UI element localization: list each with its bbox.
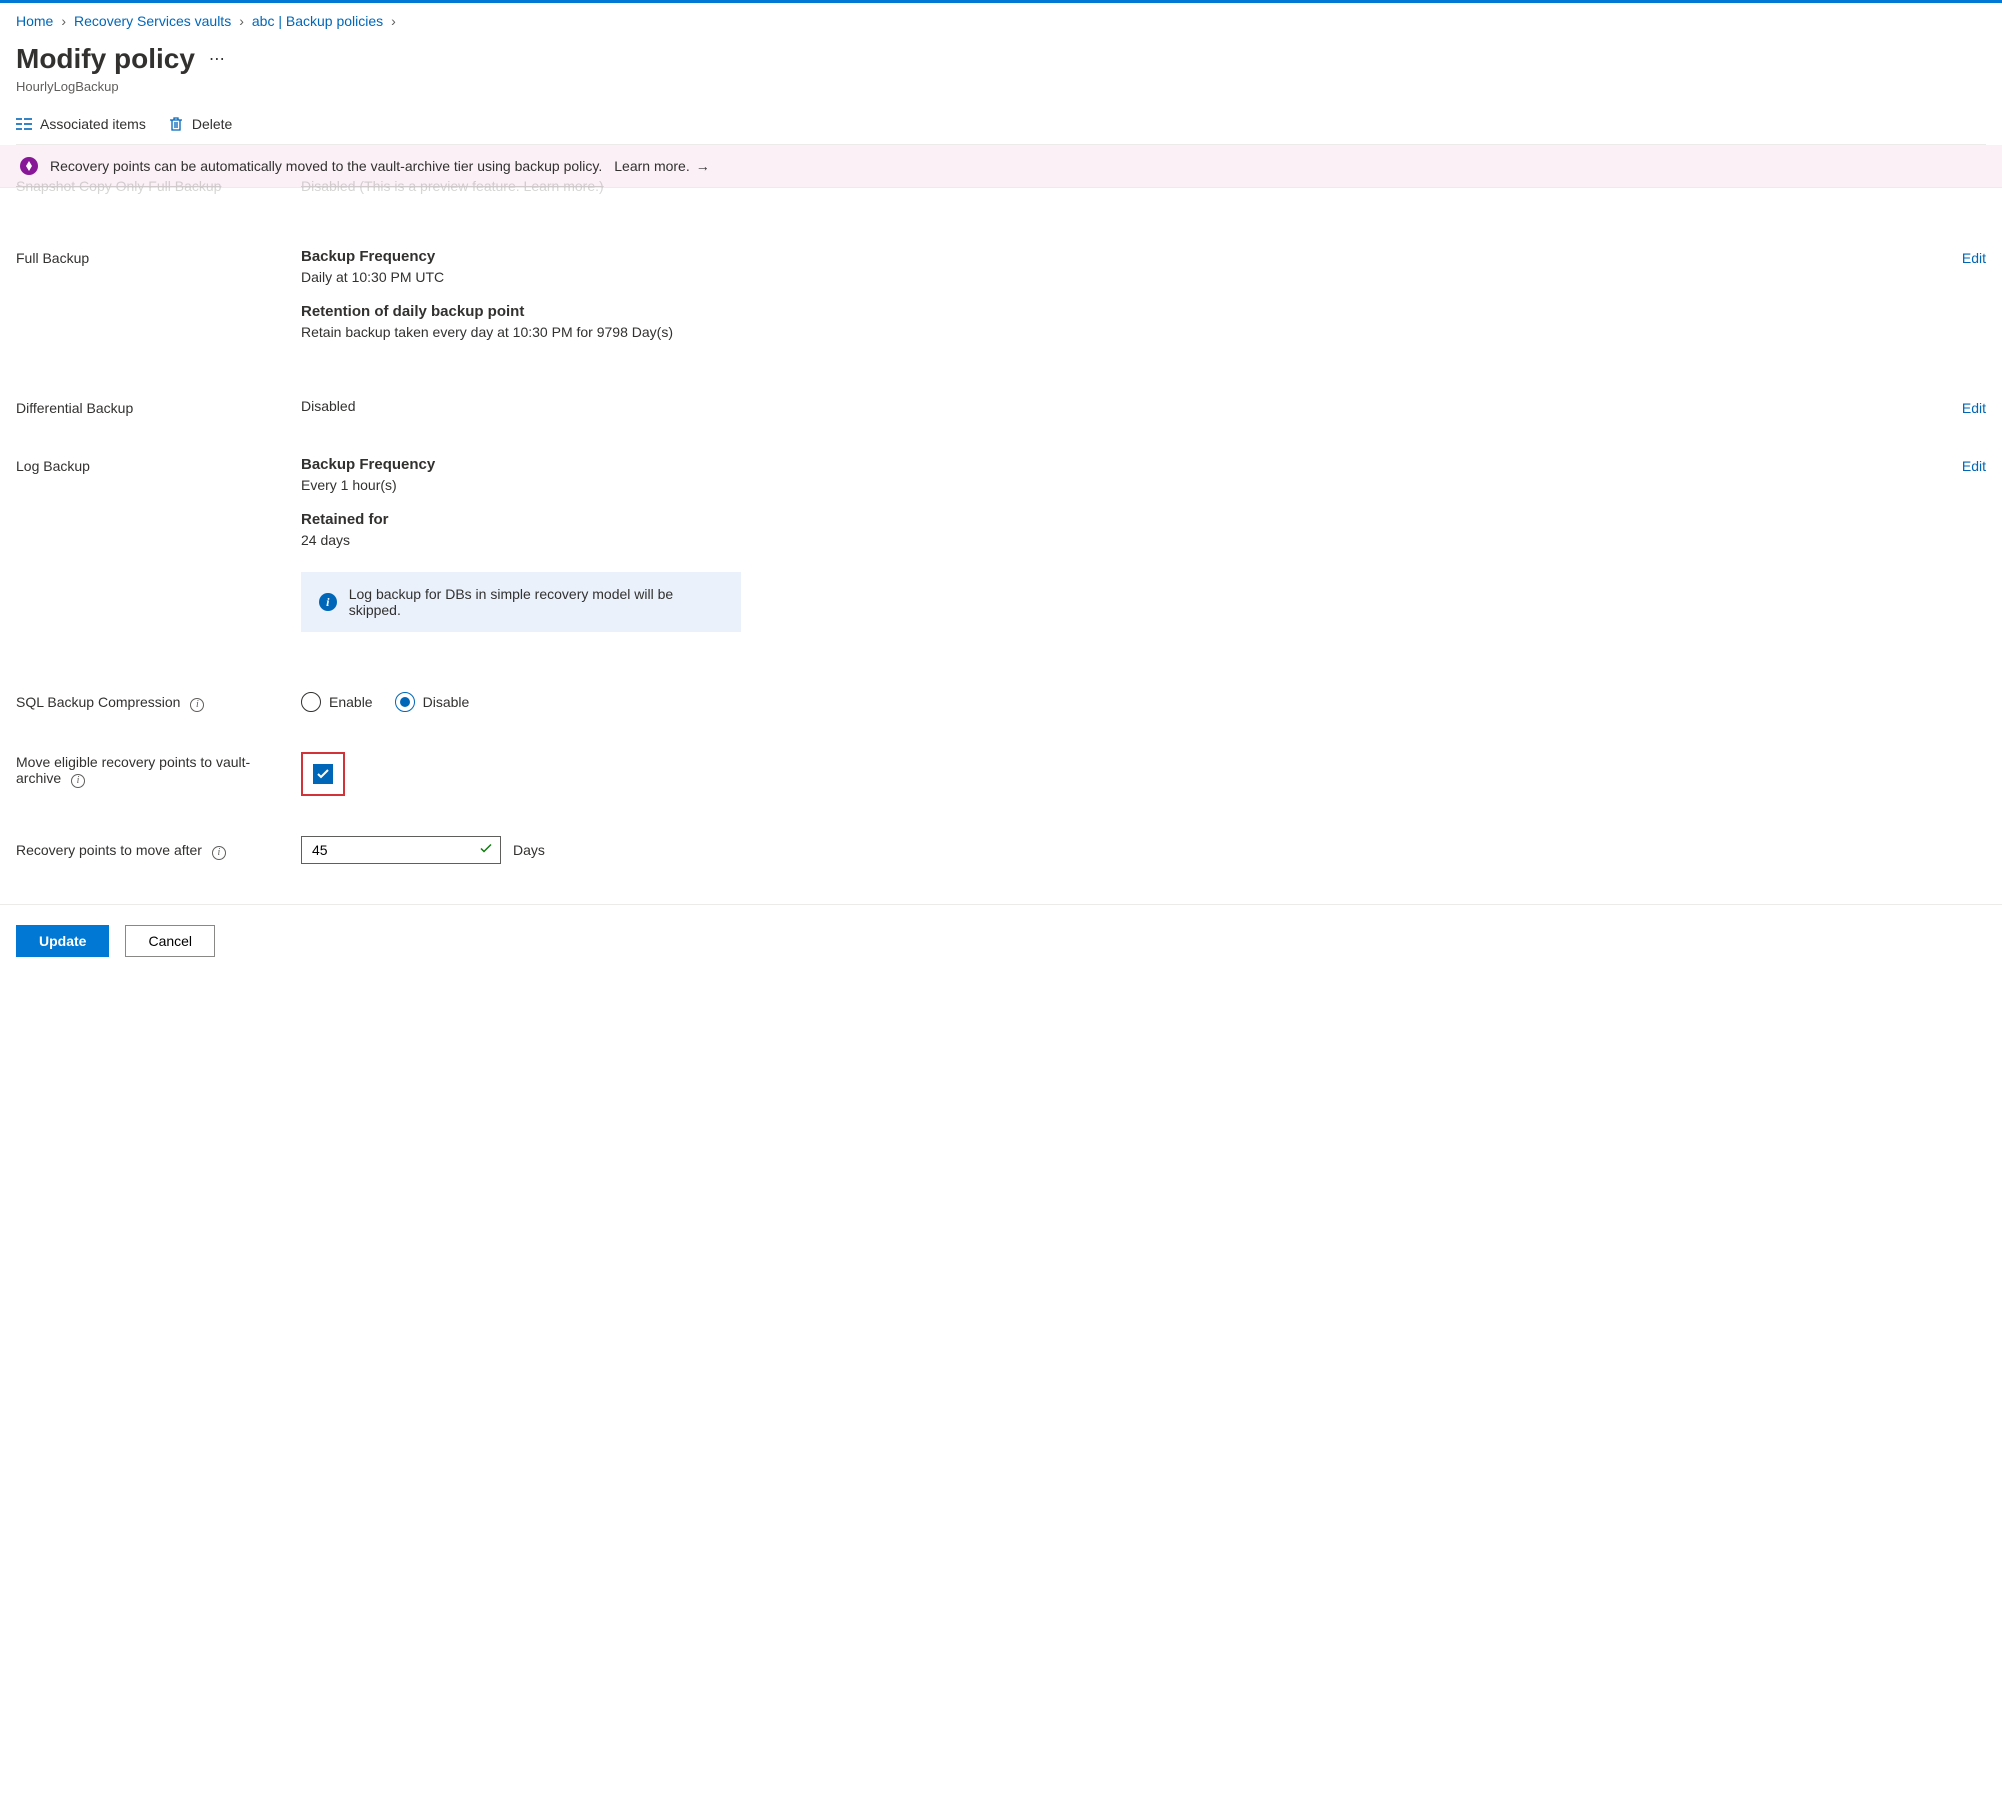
unit-label: Days [513, 842, 545, 858]
edit-diff-backup-link[interactable]: Edit [1962, 398, 1986, 416]
radio-label: Enable [329, 694, 373, 710]
breadcrumb-rsv[interactable]: Recovery Services vaults [74, 13, 231, 29]
highlight-box [301, 752, 345, 796]
move-after-input[interactable] [301, 836, 501, 864]
log-freq-value: Every 1 hour(s) [301, 477, 1962, 493]
edit-log-backup-link[interactable]: Edit [1962, 456, 1986, 632]
section-label: Log Backup [16, 456, 301, 632]
radio-icon [301, 692, 321, 712]
radio-label: Disable [423, 694, 470, 710]
compression-enable-radio[interactable]: Enable [301, 692, 373, 712]
update-button[interactable]: Update [16, 925, 109, 957]
compression-section: SQL Backup Compression i Enable Disable [16, 692, 1986, 752]
delete-button[interactable]: Delete [168, 116, 232, 132]
chevron-right-icon: › [391, 13, 396, 29]
arrow-right-icon: → [696, 158, 710, 174]
archive-checkbox[interactable] [313, 764, 333, 784]
ret-value: Retain backup taken every day at 10:30 P… [301, 324, 1962, 340]
more-icon[interactable]: ⋯ [209, 49, 227, 69]
breadcrumb: Home › Recovery Services vaults › abc | … [16, 3, 1986, 43]
help-icon[interactable]: i [190, 698, 204, 712]
log-ret-title: Retained for [301, 511, 1962, 528]
radio-selected-icon [395, 692, 415, 712]
toolbar: Associated items Delete [16, 112, 1986, 145]
freq-value: Daily at 10:30 PM UTC [301, 269, 1962, 285]
breadcrumb-home[interactable]: Home [16, 13, 53, 29]
compression-disable-radio[interactable]: Disable [395, 692, 470, 712]
differential-backup-section: Differential Backup Disabled Edit [16, 398, 1986, 456]
breadcrumb-policies[interactable]: abc | Backup policies [252, 13, 383, 29]
log-ret-value: 24 days [301, 532, 1962, 548]
section-label: Full Backup [16, 248, 301, 358]
section-label: Move eligible recovery points to vault-a… [16, 752, 301, 788]
info-icon: i [319, 593, 337, 611]
associated-items-button[interactable]: Associated items [16, 116, 146, 132]
log-backup-section: Log Backup Backup Frequency Every 1 hour… [16, 456, 1986, 692]
toolbar-label: Associated items [40, 116, 146, 132]
valid-check-icon [479, 842, 493, 859]
check-icon [316, 767, 330, 781]
section-label: SQL Backup Compression i [16, 692, 301, 712]
banner-text: Recovery points can be automatically mov… [50, 158, 602, 174]
list-icon [16, 117, 32, 131]
chevron-right-icon: › [61, 13, 66, 29]
page-title: Modify policy [16, 43, 195, 75]
archive-section: Move eligible recovery points to vault-a… [16, 752, 1986, 836]
ret-title: Retention of daily backup point [301, 303, 1962, 320]
diff-value: Disabled [301, 398, 1962, 414]
freq-title: Backup Frequency [301, 248, 1962, 265]
edit-full-backup-link[interactable]: Edit [1962, 248, 1986, 358]
log-freq-title: Backup Frequency [301, 456, 1962, 473]
footer: Update Cancel [0, 904, 2002, 957]
banner-link-text: Learn more. [614, 158, 689, 174]
trash-icon [168, 116, 184, 132]
help-icon[interactable]: i [71, 774, 85, 788]
move-after-section: Recovery points to move after i Days [16, 836, 1986, 884]
log-info-box: i Log backup for DBs in simple recovery … [301, 572, 741, 632]
snapshot-row: Snapshot Copy Only Full Backup Disabled … [16, 178, 1986, 208]
section-label: Recovery points to move after i [16, 840, 301, 860]
toolbar-label: Delete [192, 116, 232, 132]
banner-learn-more-link[interactable]: Learn more. → [614, 158, 709, 174]
rocket-icon [20, 157, 38, 175]
chevron-right-icon: › [239, 13, 244, 29]
page-subtitle: HourlyLogBackup [16, 79, 1986, 94]
section-label: Differential Backup [16, 398, 301, 416]
log-info-text: Log backup for DBs in simple recovery mo… [349, 586, 723, 618]
help-icon[interactable]: i [212, 846, 226, 860]
full-backup-section: Full Backup Backup Frequency Daily at 10… [16, 208, 1986, 398]
cancel-button[interactable]: Cancel [125, 925, 215, 957]
